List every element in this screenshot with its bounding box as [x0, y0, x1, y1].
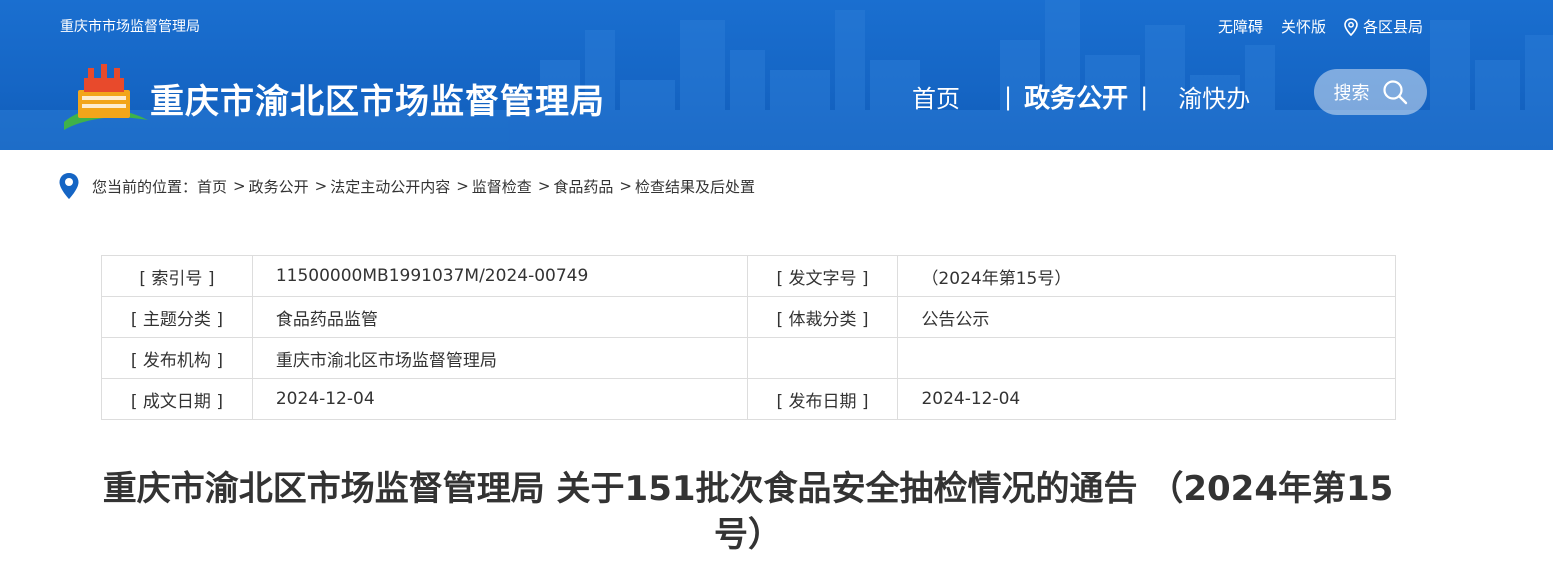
search-icon [1382, 80, 1407, 105]
nav-government-affairs[interactable]: 政务公开 [1024, 78, 1128, 115]
meta-label: [ 主题分类 ] [101, 296, 253, 338]
nav-divider: | [1140, 82, 1149, 111]
site-logo-icon [64, 64, 148, 130]
breadcrumb-separator: > [233, 177, 246, 195]
meta-value: 重庆市渝北区市场监督管理局 [251, 337, 748, 379]
location-pin-icon [1344, 17, 1358, 36]
breadcrumb-separator: > [314, 177, 328, 195]
meta-value: （2024年第15号） [897, 255, 1396, 297]
meta-value: 2024-12-04 [897, 378, 1396, 420]
meta-value: 公告公示 [897, 296, 1396, 338]
breadcrumb-separator: > [619, 177, 632, 195]
breadcrumb-separator: > [456, 177, 469, 195]
care-mode-link[interactable]: 关怀版 [1281, 16, 1326, 37]
location-marker-icon [59, 173, 79, 199]
site-header: 重庆市市场监督管理局 无障碍 关怀版 各区县局 重庆市渝北区市场监督管理局 首页… [0, 0, 1553, 150]
breadcrumb: 您当前的位置： 首页 > 政务公开 > 法定主动公开内容 > 监督检查 > 食品… [58, 172, 755, 200]
meta-value: 11500000MB1991037M/2024-00749 [251, 255, 748, 297]
table-row: [ 成文日期 ] 2024-12-04 [ 发布日期 ] 2024-12-04 [101, 378, 1396, 420]
breadcrumb-item[interactable]: 法定主动公开内容 [330, 176, 450, 197]
breadcrumb-item[interactable]: 首页 [197, 176, 227, 197]
document-meta-table: [ 索引号 ] 11500000MB1991037M/2024-00749 [ … [101, 255, 1396, 420]
meta-label: [ 体裁分类 ] [746, 296, 899, 338]
meta-label: [ 成文日期 ] [101, 378, 253, 420]
breadcrumb-item[interactable]: 食品药品 [553, 176, 613, 197]
breadcrumb-item[interactable]: 检查结果及后处置 [635, 176, 755, 197]
meta-value: 食品药品监管 [251, 296, 748, 338]
meta-label: [ 索引号 ] [101, 255, 253, 297]
article-title: 重庆市渝北区市场监督管理局 关于151批次食品安全抽检情况的通告 （2024年第… [102, 469, 1394, 555]
meta-label: [ 发布日期 ] [746, 378, 899, 420]
nav-yukuaiban[interactable]: 渝快办 [1178, 79, 1250, 114]
accessibility-link[interactable]: 无障碍 [1218, 16, 1263, 37]
search-label: 搜索 [1333, 83, 1370, 104]
parent-org-link[interactable]: 重庆市市场监督管理局 [60, 16, 200, 36]
district-bureaus-link[interactable]: 各区县局 [1344, 16, 1423, 37]
meta-label: [ 发文字号 ] [746, 255, 899, 297]
site-title[interactable]: 重庆市渝北区市场监督管理局 [150, 74, 605, 123]
main-nav: 首页 | 政务公开 | 渝快办 [912, 78, 1250, 115]
table-row: [ 主题分类 ] 食品药品监管 [ 体裁分类 ] 公告公示 [101, 296, 1396, 338]
topbar-links: 无障碍 关怀版 各区县局 [1218, 16, 1423, 37]
meta-label: [ 发布机构 ] [101, 337, 253, 379]
meta-value: 2024-12-04 [251, 378, 748, 420]
breadcrumb-item[interactable]: 政务公开 [249, 176, 309, 197]
table-row: [ 索引号 ] 11500000MB1991037M/2024-00749 [ … [101, 255, 1396, 297]
search-button[interactable]: 搜索 [1314, 69, 1427, 115]
breadcrumb-separator: > [537, 177, 551, 195]
meta-label [746, 337, 899, 379]
meta-value [897, 337, 1396, 379]
district-bureaus-label: 各区县局 [1362, 18, 1423, 36]
nav-home[interactable]: 首页 [912, 79, 960, 114]
table-row: [ 发布机构 ] 重庆市渝北区市场监督管理局 [101, 337, 1396, 379]
breadcrumb-item[interactable]: 监督检查 [472, 176, 532, 197]
nav-divider: | [1004, 82, 1013, 111]
breadcrumb-prefix: 您当前的位置： [92, 177, 198, 196]
